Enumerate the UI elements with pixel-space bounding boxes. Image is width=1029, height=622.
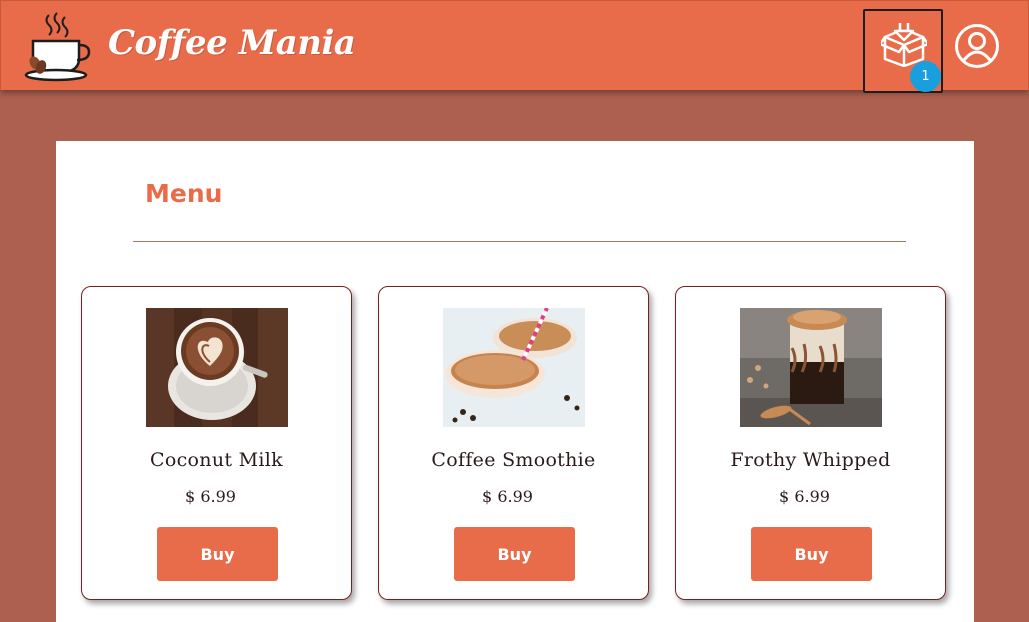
menu-divider	[133, 241, 906, 242]
coffee-cup-logo-icon	[24, 12, 91, 82]
menu-panel: Menu Coconut Milk $ 6.99 Buy Coffee Smoo…	[56, 141, 974, 622]
cart-button[interactable]: 1	[863, 9, 943, 93]
product-price: $ 6.99	[185, 487, 236, 506]
user-icon[interactable]	[954, 23, 1000, 69]
product-card: Coffee Smoothie $ 6.99 Buy	[378, 286, 649, 600]
product-name: Frothy Whipped	[730, 449, 891, 471]
buy-button[interactable]: Buy	[751, 527, 872, 581]
coffee-smoothie-image	[443, 308, 585, 427]
product-price: $ 6.99	[779, 487, 830, 506]
menu-title: Menu	[145, 179, 223, 208]
product-card: Coconut Milk $ 6.99 Buy	[81, 286, 352, 600]
coconut-milk-image	[146, 308, 288, 427]
cart-count-badge: 1	[910, 61, 941, 92]
brand-title: Coffee Mania	[108, 23, 356, 63]
product-price: $ 6.99	[482, 487, 533, 506]
product-name: Coffee Smoothie	[431, 449, 596, 471]
app-header: Coffee Mania 1	[0, 0, 1029, 93]
product-card: Frothy Whipped $ 6.99 Buy	[675, 286, 946, 600]
box-download-icon	[881, 23, 927, 67]
product-name: Coconut Milk	[150, 449, 283, 471]
frothy-whipped-image	[740, 308, 882, 427]
buy-button[interactable]: Buy	[454, 527, 575, 581]
buy-button[interactable]: Buy	[157, 527, 278, 581]
